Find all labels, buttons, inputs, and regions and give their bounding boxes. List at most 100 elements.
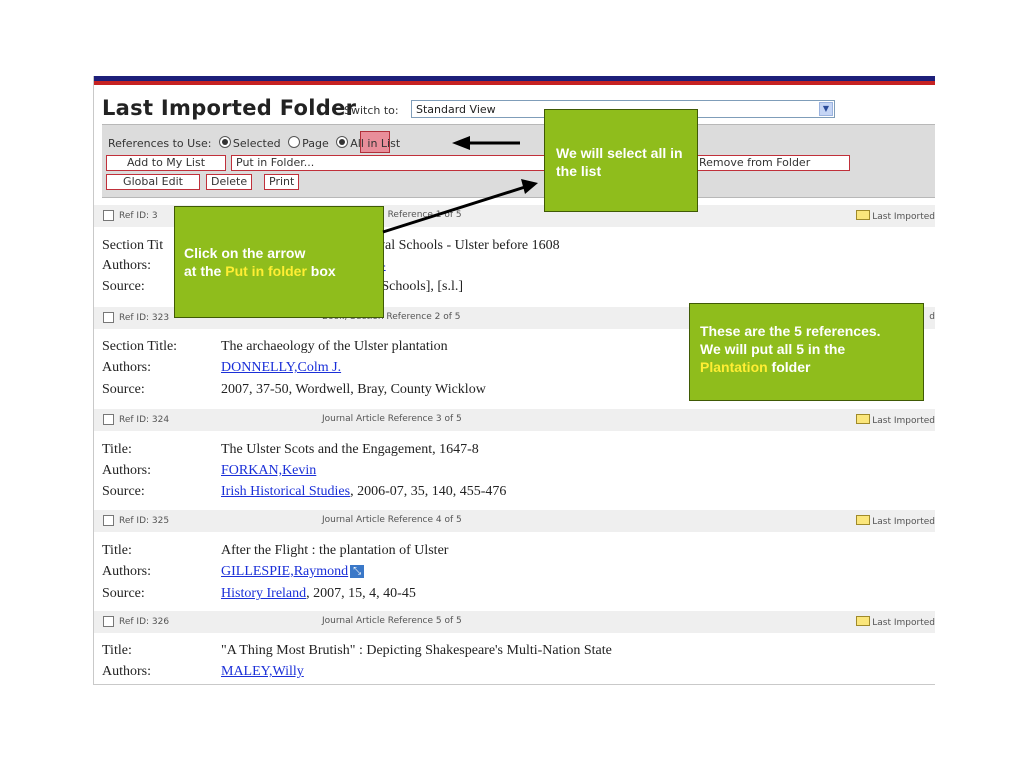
note-five-line2: We will put all 5 in the	[700, 341, 846, 357]
field-row: Title: After the Flight : the plantation …	[102, 543, 448, 559]
author-link[interactable]: DONNELLY,Colm J.	[221, 360, 341, 376]
reference-checkbox[interactable]	[103, 515, 114, 526]
external-link-icon[interactable]: ⤡	[350, 565, 365, 578]
journal-link[interactable]: Irish Historical Studies	[221, 484, 350, 499]
field-row: Title: The Ulster Scots and the Engagemen…	[102, 442, 479, 458]
field-row: Authors: DONNELLY,Colm J.	[102, 360, 341, 376]
field-label: Source:	[102, 382, 145, 397]
field-row: Source: Irish Historical Studies, 2006-07…	[102, 484, 506, 500]
field-value: l Schools], [s.l.]	[374, 279, 464, 294]
field-label: Title:	[102, 543, 132, 558]
view-select-value: Standard View	[416, 103, 496, 116]
note-highlight: Plantation	[700, 359, 768, 375]
field-label: Section Title:	[102, 339, 178, 354]
reference-checkbox[interactable]	[103, 312, 114, 323]
ref-type: Journal Article Reference 4 of 5	[322, 515, 462, 525]
ref-type: ion Reference 1 of 5	[371, 210, 462, 220]
field-label: Authors:	[102, 360, 151, 375]
references-toolbar: References to Use: Selected Page All in …	[102, 124, 935, 198]
reference-checkbox[interactable]	[103, 210, 114, 221]
field-label: Authors:	[102, 463, 151, 478]
ref-id: Ref ID: 323	[119, 313, 170, 323]
reference-header: Ref ID: 325 Journal Article Reference 4 …	[94, 510, 935, 532]
switch-to-label: Switch to:	[344, 104, 399, 117]
ref-id: Ref ID: 326	[119, 617, 170, 627]
note-highlight: Put in folder	[225, 263, 307, 279]
ref-id: Ref ID: 325	[119, 516, 170, 526]
field-row: Section Title: The archaeology of the Uls…	[102, 339, 448, 355]
reference-checkbox[interactable]	[103, 414, 114, 425]
folder-link[interactable]: Last Imported	[856, 515, 935, 527]
field-label: Authors:	[102, 664, 151, 679]
global-edit-button[interactable]: Global Edit	[106, 174, 200, 190]
folder-link[interactable]: Last Imported	[856, 210, 935, 222]
folder-link[interactable]: Last Imported	[856, 414, 935, 426]
reference-header: Ref ID: 326 Journal Article Reference 5 …	[94, 611, 935, 633]
folder-name[interactable]: d	[929, 312, 935, 322]
field-row: Source: l Schools], [s.l.]	[102, 279, 463, 295]
note-five-line3: Plantation folder	[700, 358, 915, 376]
radio-selected-label: Selected	[232, 137, 281, 150]
field-value: "A Thing Most Brutish" : Depicting Shake…	[221, 643, 612, 658]
note-five-references: These are the 5 references. We will put …	[689, 303, 924, 401]
folder-link[interactable]: Last Imported	[856, 616, 935, 628]
field-row: Source: 2007, 37-50, Wordwell, Bray, Coun…	[102, 382, 486, 398]
print-button[interactable]: Print	[264, 174, 300, 190]
note-select-all: We will select all in the list	[544, 109, 698, 212]
radio-page-label: Page	[302, 137, 329, 150]
field-value: The Ulster Scots and the Engagement, 164…	[221, 442, 479, 457]
field-label: Source:	[102, 484, 145, 499]
reference-header: Ref ID: 324 Journal Article Reference 3 …	[94, 409, 935, 431]
ref-id: Ref ID: 324	[119, 415, 170, 425]
journal-link[interactable]: History Ireland	[221, 586, 306, 601]
radio-page[interactable]	[288, 136, 301, 148]
chevron-down-icon[interactable]: ▼	[819, 102, 833, 116]
folder-name: Last Imported	[872, 517, 935, 527]
radio-all-label: All in List	[350, 137, 401, 150]
page-title: Last Imported Folder	[102, 96, 357, 120]
remove-from-folder-button[interactable]: Remove from Folder	[694, 155, 850, 171]
field-label: Source:	[102, 586, 145, 601]
put-in-folder-select[interactable]: Put in Folder...	[231, 155, 551, 171]
field-label: Section Tit	[102, 238, 164, 253]
field-label: Authors:	[102, 258, 151, 273]
note-five-line1: These are the 5 references.	[700, 323, 881, 339]
ref-type: Journal Article Reference 5 of 5	[322, 616, 462, 626]
ref-id: Ref ID: 3	[119, 211, 158, 221]
field-row: Authors: FORKAN,Kevin	[102, 463, 316, 479]
references-label: References to Use:	[108, 137, 212, 150]
field-row: Section Tit oyal Schools - Ulster before …	[102, 238, 560, 254]
folder-name: Last Imported	[872, 618, 935, 628]
folder-icon	[856, 515, 871, 525]
author-link[interactable]: FORKAN,Kevin	[221, 463, 316, 479]
radio-selected[interactable]	[218, 136, 231, 148]
radio-all-in-list[interactable]	[336, 136, 349, 148]
note-click-arrow: Click on the arrow at the Put in folder …	[174, 206, 384, 318]
note-text: box	[306, 263, 336, 279]
field-value: , 2007, 15, 4, 40-45	[306, 586, 416, 601]
field-value: oyal Schools - Ulster before 1608	[371, 238, 560, 253]
folder-name: Last Imported	[872, 212, 935, 222]
author-link[interactable]: MALEY,Willy	[221, 664, 304, 680]
folder-icon	[856, 210, 871, 220]
note-text: at the	[184, 263, 226, 279]
field-label: Source:	[102, 279, 145, 294]
note-text: folder	[767, 359, 811, 375]
field-value: After the Flight : the plantation of Uls…	[221, 543, 449, 558]
field-row: Authors: GILLESPIE,Raymond ⤡	[102, 564, 365, 580]
delete-button[interactable]: Delete	[206, 174, 253, 190]
field-value: The archaeology of the Ulster plantation	[221, 339, 448, 354]
note-click-arrow-line1: Click on the arrow	[184, 245, 306, 261]
top-banner	[94, 76, 935, 85]
field-label: Title:	[102, 643, 132, 658]
field-row: Title: "A Thing Most Brutish" : Depicting…	[102, 643, 612, 659]
folder-icon	[856, 616, 871, 626]
folder-icon	[856, 414, 871, 424]
author-link[interactable]: GILLESPIE,Raymond	[221, 564, 348, 579]
field-label: Title:	[102, 442, 132, 457]
add-to-my-list-button[interactable]: Add to My List	[106, 155, 226, 171]
note-click-arrow-line2: at the Put in folder box	[184, 262, 375, 280]
field-row: Source: History Ireland, 2007, 15, 4, 40-…	[102, 586, 416, 602]
reference-checkbox[interactable]	[103, 616, 114, 627]
field-row: Authors: MALEY,Willy	[102, 664, 304, 680]
